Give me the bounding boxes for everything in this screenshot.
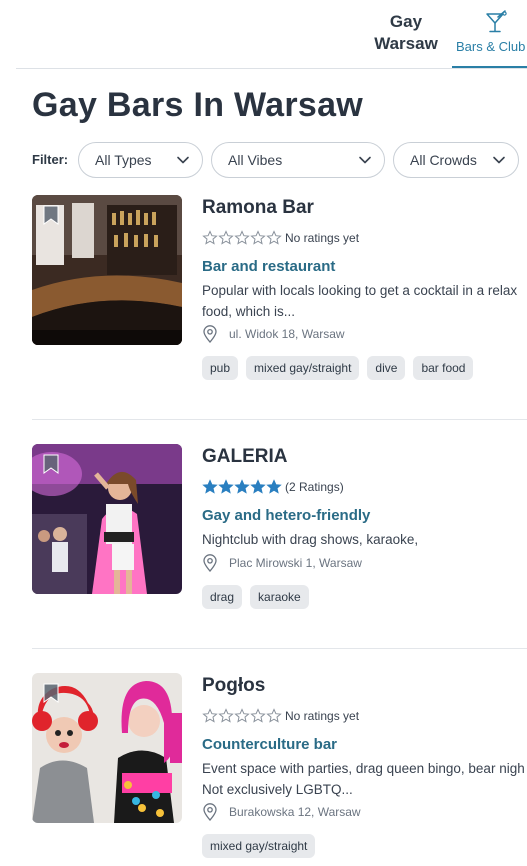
tag[interactable]: dive (367, 356, 406, 380)
cocktail-icon (486, 10, 507, 33)
description-line: Nightclub with drag shows, karaoke, (202, 532, 419, 547)
description-line: Not exclusively LGBTQ... (202, 782, 353, 797)
listing-name[interactable]: Pogłos (202, 675, 265, 697)
tab-label: Bars & Club (456, 39, 526, 54)
tag[interactable]: karaoke (250, 585, 309, 609)
rating-text[interactable]: (2 Ratings) (285, 480, 344, 494)
listing-name[interactable]: Ramona Bar (202, 197, 314, 219)
listing-category: Counterculture bar (202, 736, 338, 753)
listing-photo[interactable] (32, 195, 182, 345)
star-empty-icon (266, 230, 282, 245)
listing-description: Popular with locals looking to get a coc… (202, 280, 527, 322)
tag-list: pub mixed gay/straight dive bar food (202, 356, 481, 380)
listing-card[interactable]: Pogłos No ratings yet Counterculture bar… (32, 673, 527, 866)
star-empty-icon (234, 230, 250, 245)
filter-crowds-dropdown[interactable]: All Crowds (393, 142, 519, 178)
map-pin-icon (203, 554, 217, 572)
star-filled-icon (266, 479, 282, 494)
description-line: Popular with locals looking to get a coc… (202, 283, 518, 298)
filter-vibes-dropdown[interactable]: All Vibes (211, 142, 385, 178)
rating-text: No ratings yet (285, 708, 360, 723)
star-empty-icon (202, 708, 218, 723)
listing-description: Event space with parties, drag queen bin… (202, 758, 527, 800)
filter-types-dropdown[interactable]: All Types (78, 142, 203, 178)
filter-types-value: All Types (95, 152, 152, 168)
tag[interactable]: drag (202, 585, 243, 609)
address-text: Burakowska 12, Warsaw (229, 805, 361, 819)
listing-card[interactable]: Ramona Bar No ratings yet Bar and restau… (32, 195, 527, 395)
star-empty-icon (218, 708, 234, 723)
tag-list: mixed gay/straight (202, 834, 323, 858)
listing-category: Bar and restaurant (202, 258, 336, 275)
address-text: ul. Widok 18, Warsaw (229, 327, 345, 341)
tag[interactable]: mixed gay/straight (202, 834, 316, 858)
listing-photo[interactable] (32, 444, 182, 594)
chevron-down-icon (359, 156, 371, 164)
rating-row: No ratings yet (202, 707, 359, 723)
divider (32, 419, 527, 420)
star-empty-icon (266, 708, 282, 723)
bookmark-icon[interactable] (41, 682, 61, 704)
tag[interactable]: pub (202, 356, 239, 380)
rating-text: No ratings yet (285, 230, 360, 245)
star-empty-icon (202, 230, 218, 245)
tag-list: drag karaoke (202, 585, 317, 609)
bookmark-icon[interactable] (41, 453, 61, 475)
city-link[interactable]: Gay Warsaw (356, 11, 456, 55)
filter-crowds-value: All Crowds (410, 152, 477, 168)
star-filled-icon (234, 479, 250, 494)
filter-label: Filter: (32, 152, 69, 167)
listing-card[interactable]: GALERIA (2 Ratings) Gay and hetero-frien… (32, 444, 527, 624)
chevron-down-icon (177, 156, 189, 164)
map-pin-icon (203, 325, 217, 343)
listing-photo[interactable] (32, 673, 182, 823)
listing-category: Gay and hetero-friendly (202, 507, 371, 524)
filter-vibes-value: All Vibes (228, 152, 283, 168)
tag[interactable]: bar food (413, 356, 474, 380)
star-filled-icon (218, 479, 234, 494)
rating-row: (2 Ratings) (202, 478, 344, 494)
star-empty-icon (234, 708, 250, 723)
city-line-2: Warsaw (374, 34, 438, 53)
star-empty-icon (250, 230, 266, 245)
map-pin-icon (203, 803, 217, 821)
bookmark-icon[interactable] (41, 204, 61, 226)
city-line-1: Gay (389, 12, 423, 31)
page-title: Gay Bars In Warsaw (32, 86, 364, 124)
tab-bars-clubs[interactable]: Bars & Club (452, 0, 527, 68)
rating-row: No ratings yet (202, 229, 359, 245)
description-line: food, which is... (202, 304, 296, 319)
description-line: Event space with parties, drag queen bin… (202, 761, 525, 776)
listing-name[interactable]: GALERIA (202, 446, 288, 468)
star-filled-icon (202, 479, 218, 494)
chevron-down-icon (493, 156, 505, 164)
star-filled-icon (250, 479, 266, 494)
listing-description: Nightclub with drag shows, karaoke, (202, 529, 527, 550)
address-text: Plac Mirowski 1, Warsaw (229, 556, 362, 570)
tag[interactable]: mixed gay/straight (246, 356, 360, 380)
divider (32, 648, 527, 649)
star-empty-icon (250, 708, 266, 723)
star-empty-icon (218, 230, 234, 245)
top-nav: Gay Warsaw Bars & Club (16, 0, 527, 69)
